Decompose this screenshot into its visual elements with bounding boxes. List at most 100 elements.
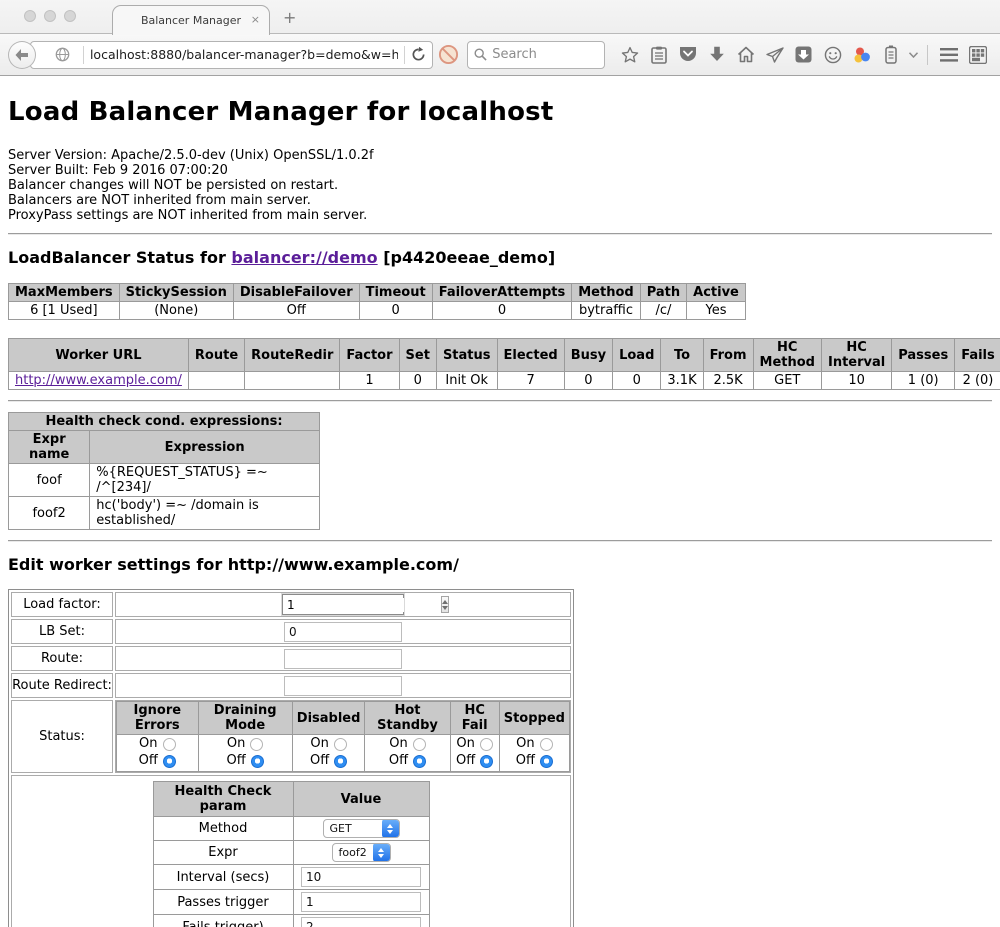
col-from: From xyxy=(703,339,753,372)
chevron-down-icon[interactable] xyxy=(905,41,921,69)
col-hc-fail: HC Fail xyxy=(450,702,499,735)
number-stepper-icon[interactable] xyxy=(441,596,449,613)
cell-expression: hc('body') =~ /domain is established/ xyxy=(90,497,320,530)
hc-fail-off-radio[interactable] xyxy=(480,755,493,768)
health-check-params-table: Health Check param Value Method GET xyxy=(153,781,430,927)
status-options-table: Ignore Errors Draining Mode Disabled Hot… xyxy=(116,701,570,772)
route-redirect-input[interactable] xyxy=(284,676,402,696)
cell-elected: 7 xyxy=(497,372,564,390)
lb-set-input[interactable] xyxy=(284,622,402,642)
hc-fail-on-radio[interactable] xyxy=(480,738,493,751)
draining-mode-off-radio[interactable] xyxy=(251,755,264,768)
search-bar[interactable] xyxy=(467,41,605,69)
lb-status-suffix: [p4420eeae_demo] xyxy=(378,248,556,267)
cell-failoverattempts: 0 xyxy=(432,302,572,320)
url-bar[interactable]: localhost:8880/balancer-manager?b=demo&w… xyxy=(30,41,433,69)
color-dots-icon[interactable] xyxy=(847,41,876,69)
send-page-icon[interactable] xyxy=(760,41,789,69)
col-stickysession: StickySession xyxy=(119,284,233,302)
back-button[interactable] xyxy=(8,41,36,69)
hc-interval-label: Interval (secs) xyxy=(153,865,293,890)
col-busy: Busy xyxy=(564,339,612,372)
close-icon[interactable]: × xyxy=(251,14,260,26)
divider xyxy=(8,233,992,235)
hc-expressions-table: Health check cond. expressions: Expr nam… xyxy=(8,412,320,530)
hc-method-label: Method xyxy=(153,817,293,841)
off-label: Off xyxy=(389,754,408,768)
hc-expr-row: foof2 hc('body') =~ /domain is establish… xyxy=(9,497,320,530)
stopped-off-radio[interactable] xyxy=(540,755,553,768)
divider xyxy=(8,400,992,402)
hc-method-select[interactable]: GET xyxy=(323,819,400,838)
reading-list-icon[interactable] xyxy=(644,41,673,69)
ignore-errors-on-radio[interactable] xyxy=(163,738,176,751)
hc-passes-label: Passes trigger xyxy=(153,890,293,915)
disabled-off-radio[interactable] xyxy=(334,755,347,768)
edit-worker-form: Load factor: LB Set: Route: Route Redire… xyxy=(8,589,574,927)
menu-icon[interactable] xyxy=(934,41,963,69)
on-label: On xyxy=(516,737,534,751)
col-routeredir: RouteRedir xyxy=(245,339,340,372)
save-to-device-icon[interactable] xyxy=(789,41,818,69)
hc-passes-input[interactable] xyxy=(301,892,421,912)
tab-balancer-manager[interactable]: Balancer Manager × xyxy=(112,5,270,35)
toolbar-divider xyxy=(927,45,928,65)
divider xyxy=(8,540,992,542)
col-draining-mode: Draining Mode xyxy=(198,702,292,735)
ignore-errors-off-radio[interactable] xyxy=(163,755,176,768)
battery-icon[interactable] xyxy=(876,41,905,69)
col-status: Status xyxy=(436,339,497,372)
url-text[interactable]: localhost:8880/balancer-manager?b=demo&w… xyxy=(90,47,398,62)
hc-expr-select[interactable]: foof2 xyxy=(332,843,391,862)
cell-path: /c/ xyxy=(640,302,686,320)
col-hc-interval: HC Interval xyxy=(821,339,891,372)
tab-title: Balancer Manager xyxy=(141,14,241,27)
hot-standby-on-radio[interactable] xyxy=(413,738,426,751)
off-label: Off xyxy=(310,754,329,768)
col-factor: Factor xyxy=(340,339,399,372)
col-set: Set xyxy=(399,339,436,372)
toolbar-buttons xyxy=(615,41,992,69)
balancer-demo-link[interactable]: balancer://demo xyxy=(231,248,377,267)
minimize-window-button[interactable] xyxy=(44,10,56,22)
page-content: Load Balancer Manager for localhost Serv… xyxy=(0,76,1000,927)
balancer-status-table: MaxMembers StickySession DisableFailover… xyxy=(8,283,746,320)
select-arrows-icon xyxy=(382,819,399,838)
chat-smiley-icon[interactable] xyxy=(818,41,847,69)
load-factor-field[interactable] xyxy=(282,594,404,615)
draining-mode-on-radio[interactable] xyxy=(250,738,263,751)
hc-fails-input[interactable] xyxy=(301,917,421,927)
hot-standby-off-radio[interactable] xyxy=(413,755,426,768)
pocket-icon[interactable] xyxy=(673,41,702,69)
close-window-button[interactable] xyxy=(24,10,36,22)
home-icon[interactable] xyxy=(731,41,760,69)
balancer-row: 6 [1 Used] (None) Off 0 0 bytraffic /c/ … xyxy=(9,302,746,320)
load-factor-input[interactable] xyxy=(283,598,441,612)
bookmark-star-icon[interactable] xyxy=(615,41,644,69)
cell-hc-method: GET xyxy=(753,372,821,390)
zoom-window-button[interactable] xyxy=(64,10,76,22)
persist-note-line: Balancer changes will NOT be persisted o… xyxy=(8,178,992,193)
stopped-on-radio[interactable] xyxy=(540,738,553,751)
search-input[interactable] xyxy=(492,47,592,62)
reload-icon[interactable] xyxy=(411,47,426,62)
url-divider xyxy=(404,46,405,64)
apps-grid-icon[interactable] xyxy=(963,41,992,69)
lb-status-prefix: LoadBalancer Status for xyxy=(8,248,231,267)
new-tab-button[interactable]: + xyxy=(283,8,296,27)
disabled-on-radio[interactable] xyxy=(334,738,347,751)
col-path: Path xyxy=(640,284,686,302)
col-timeout: Timeout xyxy=(359,284,432,302)
cell-from: 2.5K xyxy=(703,372,753,390)
route-input[interactable] xyxy=(284,649,402,669)
ignore-errors-radio-group: On Off xyxy=(117,737,198,768)
script-blocker-icon[interactable] xyxy=(433,44,463,65)
off-label: Off xyxy=(139,754,158,768)
proxypass-note-line: ProxyPass settings are NOT inherited fro… xyxy=(8,208,992,223)
hc-interval-input[interactable] xyxy=(301,867,421,887)
on-label: On xyxy=(310,737,328,751)
downloads-icon[interactable] xyxy=(702,41,731,69)
off-label: Off xyxy=(456,754,475,768)
col-active: Active xyxy=(687,284,746,302)
worker-url-link[interactable]: http://www.example.com/ xyxy=(15,373,182,388)
